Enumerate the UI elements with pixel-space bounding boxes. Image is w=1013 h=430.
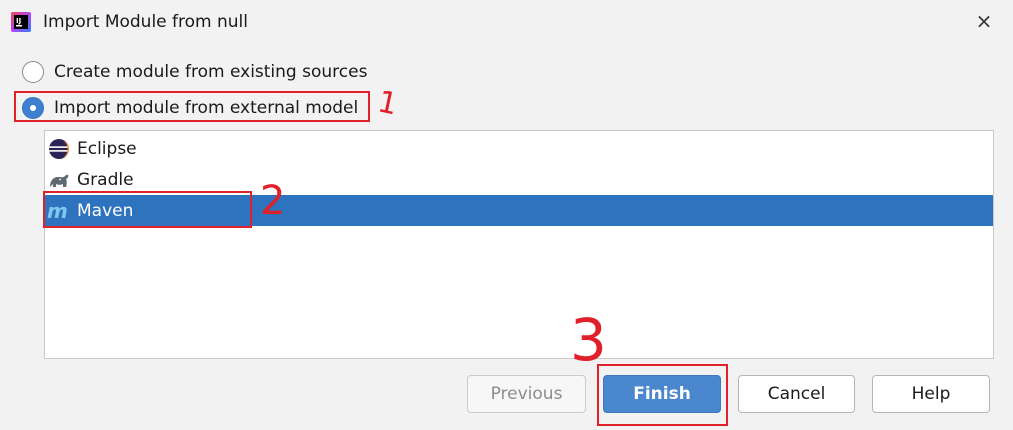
maven-icon: m — [47, 199, 71, 223]
list-item-gradle-label: Gradle — [77, 169, 134, 190]
option-create-from-sources[interactable]: Create module from existing sources — [22, 59, 367, 85]
cancel-button[interactable]: Cancel — [738, 375, 855, 413]
option-import-external-model-label: Import module from external model — [54, 98, 359, 118]
window-title: Import Module from null — [43, 12, 249, 32]
list-item-maven-label: Maven — [77, 200, 134, 221]
list-item-gradle[interactable]: Gradle — [45, 164, 993, 195]
radio-import-external-model[interactable] — [22, 97, 44, 119]
annotation-number-one: 1 — [374, 84, 401, 123]
option-import-external-model[interactable]: Import module from external model — [22, 95, 358, 121]
svg-text:IJ: IJ — [16, 17, 21, 25]
list-item-maven[interactable]: m Maven — [45, 195, 993, 226]
previous-button[interactable]: Previous — [467, 375, 586, 413]
eclipse-icon — [47, 137, 71, 161]
list-item-eclipse[interactable]: Eclipse — [45, 133, 993, 164]
intellij-app-icon: IJ — [11, 12, 31, 32]
radio-create-from-sources[interactable] — [22, 61, 44, 83]
list-item-eclipse-label: Eclipse — [77, 138, 137, 159]
option-create-from-sources-label: Create module from existing sources — [54, 62, 368, 82]
close-icon[interactable]: × — [972, 9, 996, 33]
gradle-icon — [47, 168, 71, 192]
help-button[interactable]: Help — [872, 375, 990, 413]
finish-button[interactable]: Finish — [603, 375, 721, 413]
svg-text:m: m — [47, 200, 68, 222]
title-bar: IJ Import Module from null × — [0, 0, 1013, 44]
external-model-list[interactable]: Eclipse Gradle m Maven — [44, 130, 994, 359]
